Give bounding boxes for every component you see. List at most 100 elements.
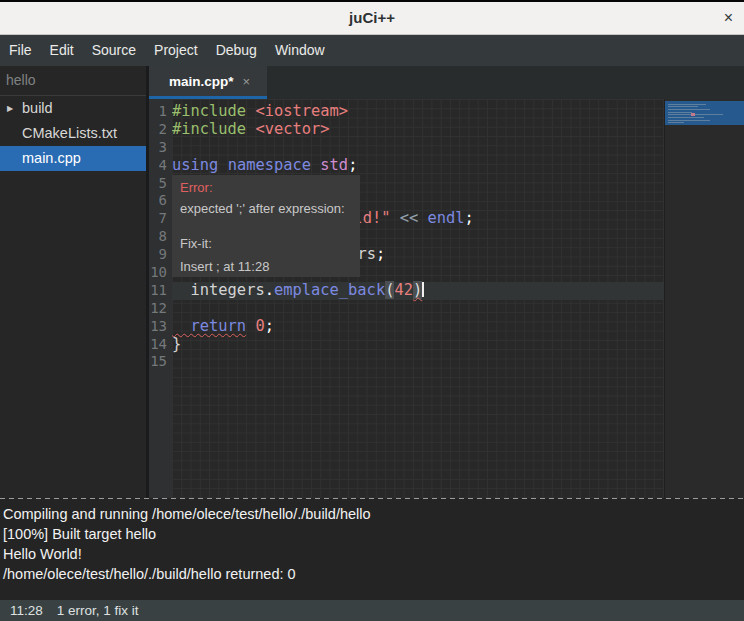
tooltip-fixit-title: Fix-it: (180, 237, 352, 251)
build-output-panel[interactable]: Compiling and running /home/olece/test/h… (0, 499, 744, 600)
code-line-3[interactable] (172, 139, 664, 157)
menu-project[interactable]: Project (145, 35, 207, 66)
code-token (311, 156, 320, 174)
tree-item-label: CMakeLists.txt (22, 125, 117, 141)
line-number: 15 (149, 353, 172, 371)
diagnostic-tooltip: Error: expected ';' after expression: Fi… (172, 175, 360, 277)
code-view[interactable]: #include <iostream>#include <vector>usin… (172, 99, 664, 498)
tabbar: main.cpp* × (149, 66, 744, 99)
code-token: return (172, 317, 246, 335)
code-line-15[interactable] (172, 353, 664, 371)
line-number: 1 (149, 103, 172, 121)
line-number: 13 (149, 318, 172, 336)
line-number: 7 (149, 210, 172, 228)
code-token: #include (172, 120, 246, 138)
line-number: 8 (149, 228, 172, 246)
line-number: 12 (149, 300, 172, 318)
code-token: integers (172, 281, 265, 299)
code-token: ; (376, 245, 385, 263)
code-token: . (265, 281, 274, 299)
code-line-12[interactable] (172, 300, 664, 318)
minimap-code-line (668, 112, 692, 113)
line-number: 6 (149, 192, 172, 210)
jucipp-window: juCi++ × FileEditSourceProjectDebugWindo… (0, 0, 744, 621)
tab-close-icon[interactable]: × (243, 74, 251, 89)
statusbar: 11:28 1 error, 1 fix it (0, 600, 744, 621)
minimap-code-line (668, 120, 710, 121)
code-editor[interactable]: 123456789101112131415 #include <iostream… (149, 99, 744, 498)
tree-item-cmakelists-txt[interactable]: CMakeLists.txt (0, 121, 146, 146)
code-token: } (172, 335, 181, 353)
line-number: 2 (149, 121, 172, 139)
file-tree: ▶ build CMakeLists.txt main.cpp (0, 96, 146, 171)
line-number-gutter: 123456789101112131415 (149, 99, 172, 498)
menu-debug[interactable]: Debug (207, 35, 266, 66)
output-line-2: [100%] Built target hello (3, 524, 744, 544)
main-area: hello ▶ build CMakeLists.txt main.cpp main.… (0, 66, 744, 498)
menu-file[interactable]: File (0, 35, 41, 66)
code-token: ) (413, 281, 422, 299)
project-name: hello (0, 66, 146, 96)
minimap-code-line (668, 114, 723, 115)
code-token (218, 156, 227, 174)
code-line-14[interactable]: } (172, 336, 664, 354)
source-minimap[interactable] (664, 99, 744, 498)
menu-edit[interactable]: Edit (41, 35, 83, 66)
sidebar: hello ▶ build CMakeLists.txt main.cpp (0, 66, 146, 498)
minimap-slider[interactable] (665, 101, 744, 125)
tree-item-main-cpp[interactable]: main.cpp (0, 146, 146, 171)
minimap-code-line (668, 109, 710, 110)
menu-source[interactable]: Source (83, 35, 145, 66)
minimap-code-line (668, 122, 684, 123)
code-line-13[interactable]: return 0; (172, 318, 664, 336)
code-token: endl (428, 209, 465, 227)
tree-item-build[interactable]: ▶ build (0, 96, 146, 121)
tab-label[interactable]: main.cpp* (169, 74, 234, 89)
output-line-3: Hello World! (3, 544, 744, 564)
code-line-4[interactable]: using namespace std; (172, 157, 664, 175)
code-line-1[interactable]: #include <iostream> (172, 103, 664, 121)
code-line-2[interactable]: #include <vector> (172, 121, 664, 139)
code-line-11[interactable]: integers.emplace_back(42) (172, 282, 664, 300)
minimap-code-line (668, 106, 698, 107)
menu-window[interactable]: Window (266, 35, 334, 66)
tree-item-label: build (22, 100, 53, 116)
menubar: FileEditSourceProjectDebugWindow (0, 35, 744, 66)
code-token: emplace_back (274, 281, 385, 299)
line-number: 14 (149, 336, 172, 354)
code-token: <vector> (255, 120, 329, 138)
code-token: 42 (394, 281, 413, 299)
tooltip-error-title: Error: (180, 181, 352, 195)
close-icon[interactable]: × (724, 2, 733, 34)
line-number: 11 (149, 282, 172, 300)
error-count: 1 error, 1 fix it (57, 603, 139, 618)
line-number: 5 (149, 175, 172, 193)
tree-item-label: main.cpp (22, 150, 81, 166)
minimap-code-line (668, 117, 704, 118)
tooltip-error-message: expected ';' after expression: (180, 202, 352, 216)
minimap-code-line (668, 104, 706, 105)
cursor-position: 11:28 (10, 603, 43, 618)
text-cursor (422, 282, 424, 297)
window-title: juCi++ (0, 2, 744, 34)
output-line-1: Compiling and running /home/olece/test/h… (3, 504, 744, 524)
code-token: std (320, 156, 348, 174)
code-token: ; (465, 209, 474, 227)
line-number: 10 (149, 264, 172, 282)
line-number: 4 (149, 157, 172, 175)
tab-main-cpp[interactable]: main.cpp* × (149, 66, 267, 99)
code-token: ; (348, 156, 357, 174)
expander-icon[interactable]: ▶ (7, 96, 13, 121)
titlebar[interactable]: juCi++ × (0, 0, 744, 35)
editor-area: main.cpp* × 123456789101112131415 #inclu… (149, 66, 744, 498)
line-number: 3 (149, 139, 172, 157)
code-token: using (172, 156, 218, 174)
code-token: << (390, 209, 427, 227)
minimap-error-mark (691, 113, 695, 116)
output-line-4: /home/olece/test/hello/./build/hello ret… (3, 564, 744, 584)
line-number: 9 (149, 246, 172, 264)
code-token: <iostream> (255, 102, 348, 120)
code-token: namespace (228, 156, 311, 174)
code-token: 0 (255, 317, 264, 335)
code-token: #include (172, 102, 246, 120)
